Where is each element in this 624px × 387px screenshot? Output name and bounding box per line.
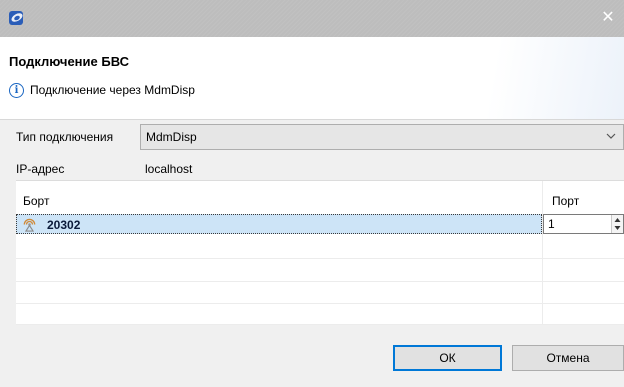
info-message: Подключение через MdmDisp	[30, 83, 195, 97]
cancel-button[interactable]: Отмена	[512, 345, 624, 371]
row-divider	[16, 324, 624, 325]
connection-type-value: MdmDisp	[146, 130, 197, 144]
spinner-buttons	[611, 215, 623, 233]
dialog-header: Подключение БВС i Подключение через MdmD…	[0, 37, 624, 120]
connection-type-select[interactable]: MdmDisp	[140, 124, 624, 150]
chevron-down-icon	[606, 133, 616, 139]
column-header-port[interactable]: Порт	[552, 194, 579, 208]
ip-address-label: IP-адрес	[16, 162, 65, 176]
port-spinner[interactable]: 1	[543, 214, 624, 234]
close-icon[interactable]: ✕	[599, 9, 617, 27]
row-divider	[16, 258, 624, 259]
spinner-down-icon[interactable]	[614, 225, 621, 231]
bort-number: 20302	[47, 218, 81, 232]
spinner-up-icon[interactable]	[614, 217, 621, 223]
ok-button[interactable]: ОК	[393, 345, 502, 371]
dialog-title: Подключение БВС	[9, 54, 129, 69]
row-divider	[16, 281, 624, 282]
aircraft-signal-icon	[23, 218, 36, 232]
title-bar: ✕	[0, 0, 624, 37]
app-icon	[9, 11, 23, 25]
bort-table: Борт Порт 20302 1	[16, 180, 624, 325]
row-divider	[16, 303, 624, 304]
table-row[interactable]: 20302	[16, 214, 542, 234]
column-header-bort[interactable]: Борт	[23, 194, 49, 208]
info-icon: i	[9, 83, 24, 98]
header-decoration	[424, 37, 624, 119]
ip-address-value[interactable]: localhost	[145, 162, 192, 176]
connection-type-label: Тип подключения	[16, 130, 114, 144]
port-value: 1	[548, 217, 555, 231]
